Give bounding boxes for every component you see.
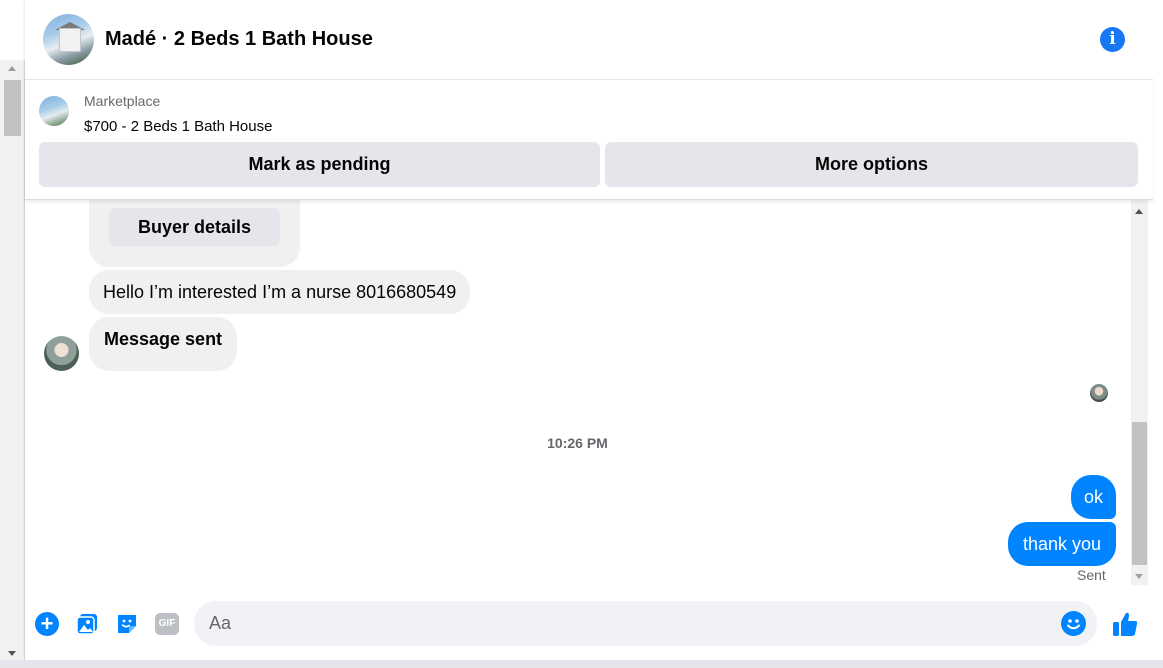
listing-thumbnail[interactable] bbox=[39, 96, 69, 126]
conversation-title[interactable]: Madé · 2 Beds 1 Bath House bbox=[105, 28, 373, 51]
scroll-down-arrow-icon[interactable] bbox=[1135, 574, 1143, 579]
conversation-avatar[interactable] bbox=[43, 14, 94, 65]
marketplace-panel: Marketplace $700 - 2 Beds 1 Bath House M… bbox=[25, 80, 1153, 200]
outgoing-message[interactable]: ok bbox=[1071, 475, 1117, 519]
scroll-up-arrow-icon[interactable] bbox=[8, 66, 16, 71]
right-edge bbox=[1153, 0, 1163, 660]
plus-icon[interactable]: + bbox=[35, 612, 59, 636]
chat-window: Madé · 2 Beds 1 Bath House i Marketplace… bbox=[25, 0, 1153, 662]
message-input-wrapper bbox=[194, 601, 1097, 646]
outgoing-message[interactable]: thank you bbox=[1008, 522, 1117, 566]
scroll-down-arrow-icon[interactable] bbox=[8, 651, 16, 656]
message-list[interactable]: Buyer details Hello I’m interested I’m a… bbox=[25, 200, 1153, 590]
sender-avatar[interactable] bbox=[44, 336, 79, 371]
page-scrollbar[interactable] bbox=[0, 60, 25, 662]
info-icon[interactable]: i bbox=[1100, 27, 1125, 52]
delivery-status: Sent bbox=[1077, 567, 1106, 583]
photo-icon[interactable] bbox=[75, 612, 99, 636]
incoming-message[interactable]: Message sent bbox=[89, 317, 238, 371]
message-scrollbar[interactable] bbox=[1131, 200, 1148, 585]
marketplace-label: Marketplace bbox=[84, 93, 161, 109]
mark-as-pending-button[interactable]: Mark as pending bbox=[39, 142, 600, 187]
scrollbar-thumb[interactable] bbox=[4, 80, 21, 136]
incoming-message[interactable]: Hello I’m interested I’m a nurse 8016680… bbox=[89, 270, 471, 314]
scroll-up-arrow-icon[interactable] bbox=[1135, 209, 1143, 214]
message-timestamp: 10:26 PM bbox=[547, 435, 608, 451]
messenger-page: Madé · 2 Beds 1 Bath House i Marketplace… bbox=[0, 0, 1163, 668]
chat-header: Madé · 2 Beds 1 Bath House i bbox=[25, 0, 1153, 80]
scrollbar-thumb[interactable] bbox=[1132, 422, 1147, 565]
listing-title[interactable]: $700 - 2 Beds 1 Bath House bbox=[84, 118, 272, 135]
sticker-icon[interactable] bbox=[115, 612, 139, 636]
message-input[interactable] bbox=[209, 601, 1049, 646]
seen-indicator-avatar bbox=[1090, 384, 1108, 402]
message-composer: + GIF bbox=[25, 590, 1153, 660]
more-options-button[interactable]: More options bbox=[605, 142, 1138, 187]
thumbs-up-icon[interactable] bbox=[1111, 610, 1139, 638]
bottom-bar bbox=[0, 660, 1163, 668]
left-strip bbox=[0, 0, 25, 60]
buyer-details-button[interactable]: Buyer details bbox=[109, 208, 280, 246]
house-shape bbox=[59, 28, 81, 52]
emoji-icon[interactable] bbox=[1061, 611, 1086, 636]
gif-icon[interactable]: GIF bbox=[155, 613, 179, 635]
